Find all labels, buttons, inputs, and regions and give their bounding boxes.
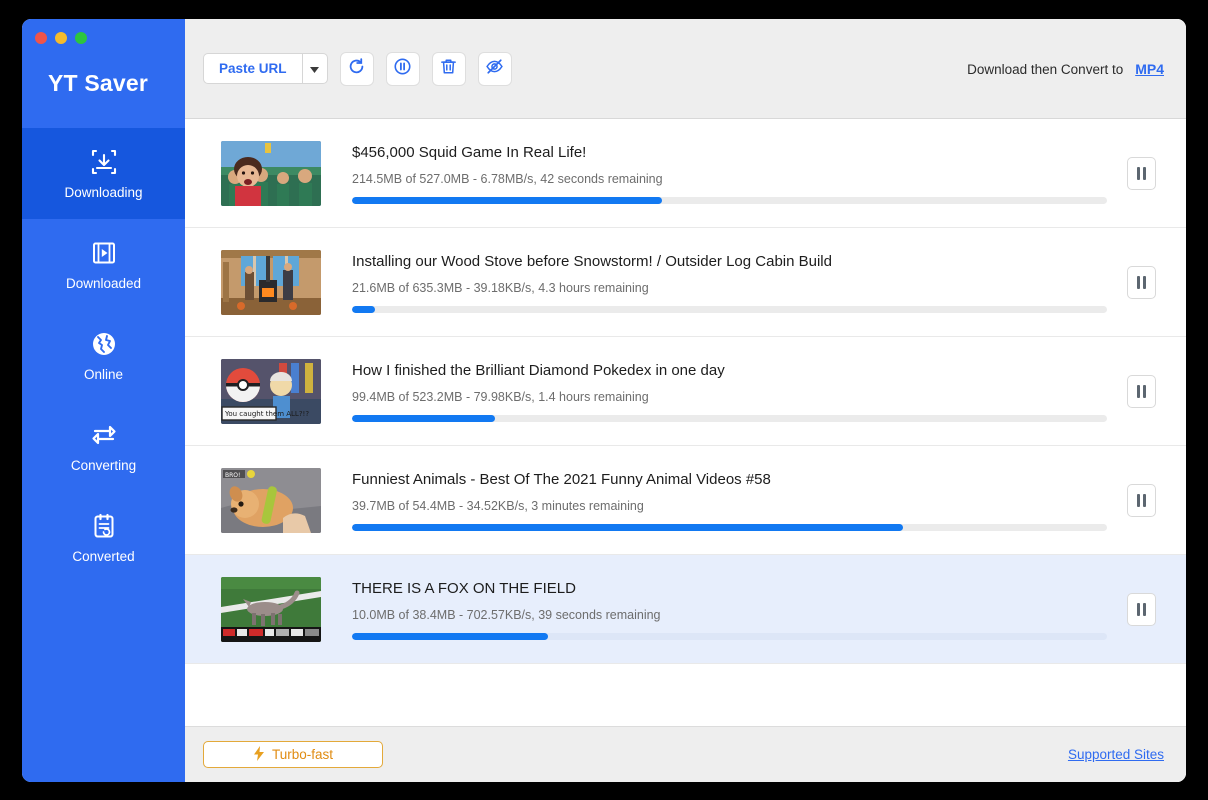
download-info: THERE IS A FOX ON THE FIELD 10.0MB of 38… [352,578,1107,640]
pause-download-button[interactable] [1127,156,1156,190]
progress-bar [352,415,1107,422]
download-title: Installing our Wood Stove before Snowsto… [352,253,832,270]
download-title: How I finished the Brilliant Diamond Pok… [352,362,725,379]
sidebar-item-label: Downloaded [65,276,142,291]
pause-download-button[interactable] [1127,592,1156,626]
paste-url-dropdown-button[interactable] [301,53,328,84]
sidebar-item-label: Converted [72,549,135,564]
application-window: YT Saver Downloading Downloaded Online C… [22,19,1186,782]
sidebar-item-converted[interactable]: Converted [22,492,185,583]
download-status: 39.7MB of 54.4MB - 34.52KB/s, 3 minutes … [352,499,644,513]
pause-icon [1137,384,1140,398]
download-status: 10.0MB of 38.4MB - 702.57KB/s, 39 second… [352,608,661,622]
pause-icon [1137,602,1140,616]
pause-download-button[interactable] [1127,483,1156,517]
download-status: 214.5MB of 527.0MB - 6.78MB/s, 42 second… [352,172,663,186]
sidebar-item-label: Downloading [64,185,143,200]
fox-field-thumbnail [221,576,321,642]
supported-sites-link[interactable]: Supported Sites [1068,747,1164,762]
pause-icon [1143,384,1146,398]
progress-fill [352,415,496,422]
pause-icon [1137,166,1140,180]
progress-fill [352,524,904,531]
sidebar-item-online[interactable]: Online [22,310,185,401]
pause-icon [1143,166,1146,180]
footer-bar: Turbo-fast Supported Sites [185,726,1186,782]
pause-download-button[interactable] [1127,374,1156,408]
minimize-window-button[interactable] [55,31,67,44]
download-info: $456,000 Squid Game In Real Life! 214.5M… [352,142,1107,204]
funny-animals-thumbnail: BRO! [221,467,321,533]
turbo-fast-label: Turbo-fast [271,747,334,762]
film-play-icon [89,238,119,268]
trash-icon [439,57,458,81]
globe-icon [89,329,119,359]
app-brand-title: YT Saver [48,70,149,96]
close-window-button[interactable] [35,31,47,44]
toolbar: Paste URL Download then Convert to MP4 [185,19,1186,119]
table-row[interactable]: Installing our Wood Stove before Snowsto… [185,228,1186,337]
pause-icon [1143,493,1146,507]
chevron-down-icon [310,60,320,78]
download-info: How I finished the Brilliant Diamond Pok… [352,360,1107,422]
maximize-window-button[interactable] [75,31,87,44]
pause-circle-icon [393,57,412,81]
convert-setting: Download then Convert to MP4 [967,61,1164,77]
window-traffic-lights [22,19,185,56]
progress-fill [352,633,549,640]
table-row[interactable]: $456,000 Squid Game In Real Life! 214.5M… [185,119,1186,228]
refresh-icon [347,57,366,81]
clipboard-refresh-icon [89,511,119,541]
progress-bar [352,306,1107,313]
convert-format-link[interactable]: MP4 [1135,61,1164,77]
sidebar-item-label: Converting [70,458,137,473]
pause-icon [1137,493,1140,507]
progress-bar [352,197,1107,204]
sidebar: YT Saver Downloading Downloaded Online C… [22,19,185,782]
pause-icon [1143,275,1146,289]
progress-fill [352,197,662,204]
lightning-bolt-icon [253,745,265,764]
svg-text:You caught them ALL?!?: You caught them ALL?!? [224,410,309,418]
wood-stove-thumbnail [221,249,321,315]
paste-url-button[interactable]: Paste URL [203,53,302,84]
pokedex-thumbnail: You caught them ALL?!? [221,358,321,424]
main-content: Paste URL Download then Convert to MP4 $… [185,19,1186,782]
download-title: THERE IS A FOX ON THE FIELD [352,580,576,597]
download-status: 21.6MB of 635.3MB - 39.18KB/s, 4.3 hours… [352,281,649,295]
download-box-icon [89,147,119,177]
download-info: Funniest Animals - Best Of The 2021 Funn… [352,469,1107,531]
table-row[interactable]: THERE IS A FOX ON THE FIELD 10.0MB of 38… [185,555,1186,664]
progress-bar [352,524,1107,531]
download-list: $456,000 Squid Game In Real Life! 214.5M… [185,119,1186,726]
sidebar-item-downloaded[interactable]: Downloaded [22,219,185,310]
table-row[interactable]: You caught them ALL?!? How I finished th… [185,337,1186,446]
pause-download-button[interactable] [1127,265,1156,299]
squid-game-thumbnail [221,140,321,206]
convert-label: Download then Convert to [967,61,1124,77]
table-row[interactable]: BRO! Funniest Animals - Best Of The 2021… [185,446,1186,555]
sidebar-item-downloading[interactable]: Downloading [22,128,185,219]
sidebar-item-label: Online [83,367,124,382]
pause-icon [1143,602,1146,616]
sidebar-item-converting[interactable]: Converting [22,401,185,492]
download-title: $456,000 Squid Game In Real Life! [352,144,587,161]
download-title: Funniest Animals - Best Of The 2021 Funn… [352,471,771,488]
hide-button[interactable] [477,51,512,86]
svg-text:BRO!: BRO! [225,472,240,479]
convert-loop-icon [89,420,119,450]
turbo-fast-button[interactable]: Turbo-fast [203,741,383,768]
paste-url-group: Paste URL [203,53,328,84]
sidebar-nav: Downloading Downloaded Online Converting… [22,111,185,583]
pause-all-button[interactable] [385,51,420,86]
eye-slash-icon [485,57,504,81]
download-status: 99.4MB of 523.2MB - 79.98KB/s, 1.4 hours… [352,390,649,404]
progress-bar [352,633,1107,640]
download-info: Installing our Wood Stove before Snowsto… [352,251,1107,313]
refresh-button[interactable] [339,51,374,86]
delete-button[interactable] [431,51,466,86]
progress-fill [352,306,375,313]
pause-icon [1137,275,1140,289]
